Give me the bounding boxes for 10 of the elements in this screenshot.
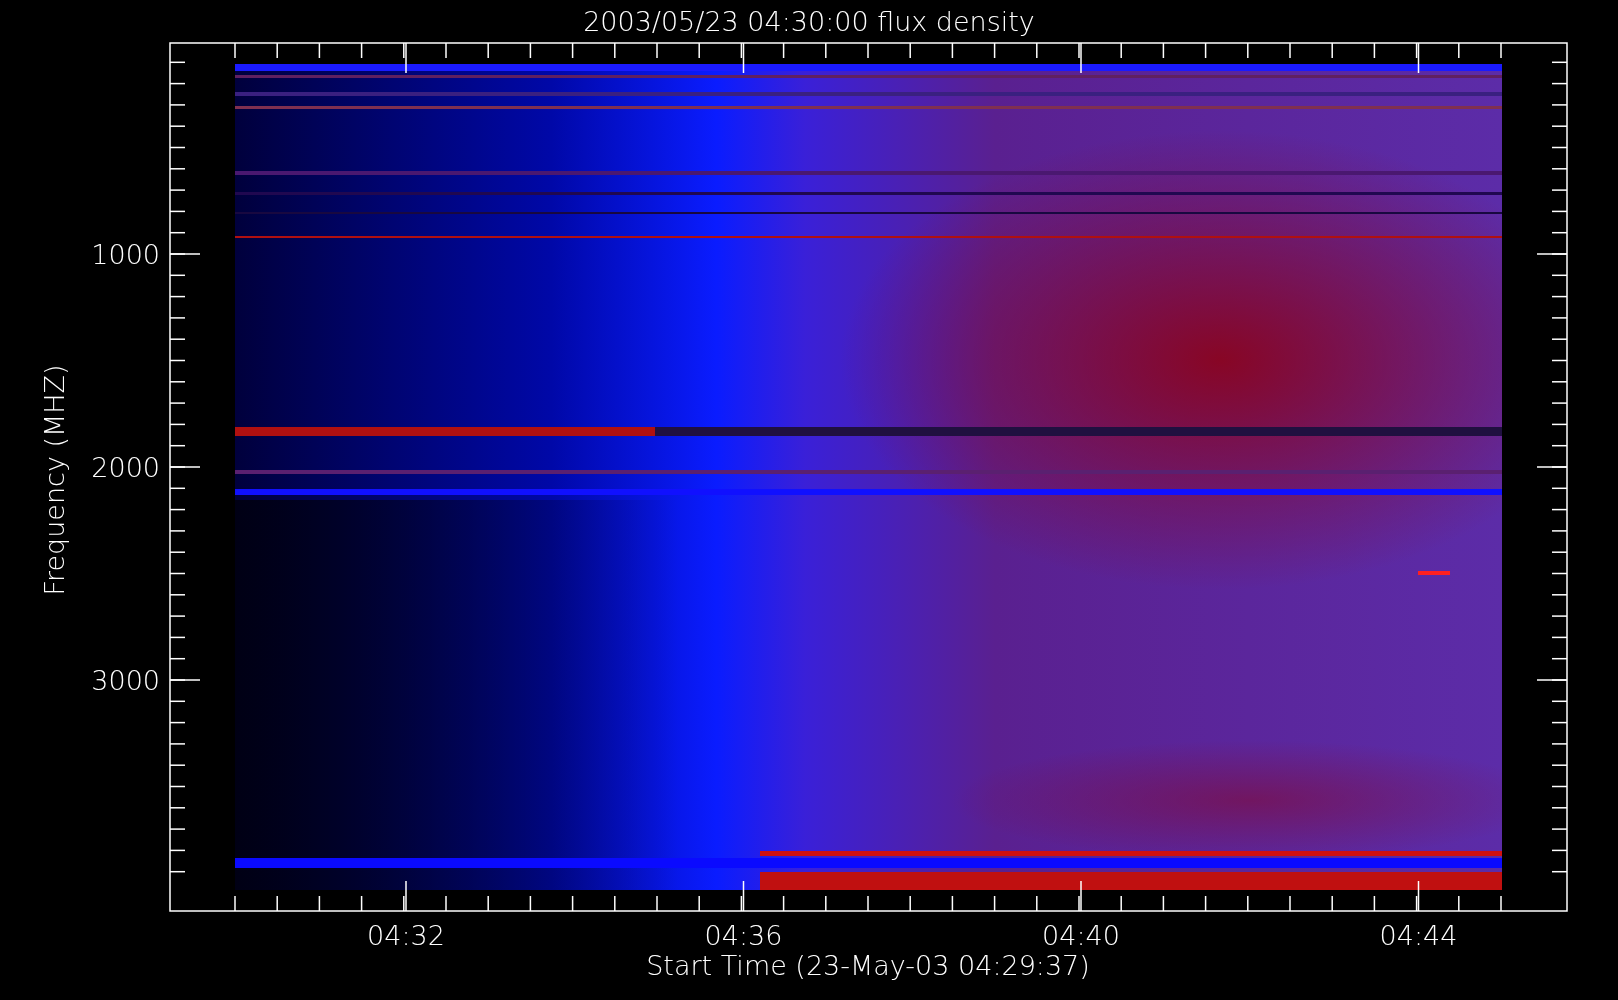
y-tick-label: 1000 — [91, 239, 160, 270]
x-axis-label: Start Time (23-May-03 04:29:37) — [646, 950, 1090, 981]
chart-title: 2003/05/23 04:30:00 flux density — [583, 6, 1035, 37]
y-tick-label: 2000 — [91, 452, 160, 483]
y-tick-label: 3000 — [91, 665, 160, 696]
x-tick-label: 04:32 — [367, 920, 445, 951]
x-tick-label: 04:44 — [1379, 920, 1458, 951]
x-tick-label: 04:40 — [1042, 920, 1120, 951]
x-tick-label: 04:36 — [704, 920, 783, 951]
y-axis-label: Frequency (MHZ) — [39, 364, 70, 596]
